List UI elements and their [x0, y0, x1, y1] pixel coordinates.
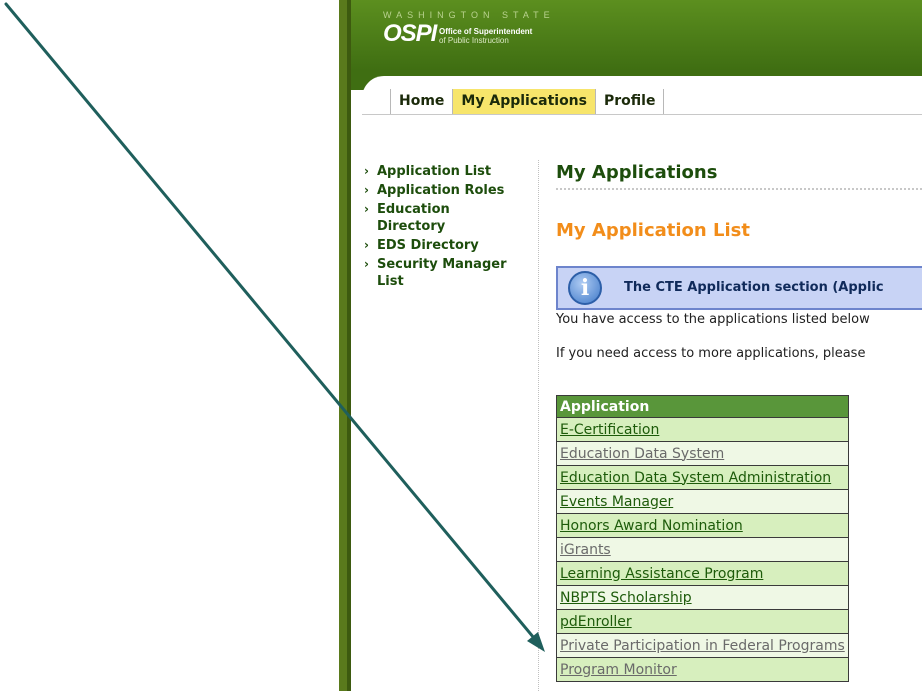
table-cell: Education Data System Administration: [556, 465, 849, 490]
app-link-events-manager[interactable]: Events Manager: [560, 494, 673, 510]
app-link-program-monitor[interactable]: Program Monitor: [560, 662, 677, 678]
table-cell: pdEnroller: [556, 609, 849, 634]
table-cell: E-Certification: [556, 417, 849, 442]
request-access-text: If you need access to more applications,…: [556, 346, 866, 361]
title-divider: [556, 188, 922, 190]
app-link-nbpts-scholarship[interactable]: NBPTS Scholarship: [560, 590, 692, 606]
ospi-logo[interactable]: OSPI: [383, 20, 437, 48]
frame-border: [339, 0, 347, 691]
table-row: Private Participation in Federal Program…: [556, 633, 849, 658]
sidebar-item-label: Application Roles: [377, 183, 505, 198]
table-cell: Program Monitor: [556, 657, 849, 682]
sidebar-item-label: Education Directory: [377, 202, 450, 234]
app-link-education-data-system[interactable]: Education Data System: [560, 446, 724, 462]
table-cell: NBPTS Scholarship: [556, 585, 849, 610]
sidebar-item-application-list[interactable]: › Application List: [364, 163, 522, 180]
table-header-row: Application: [556, 395, 849, 418]
table-cell: Private Participation in Federal Program…: [556, 633, 849, 658]
table-cell: Honors Award Nomination: [556, 513, 849, 538]
table-row: Program Monitor: [556, 657, 849, 682]
table-row: E-Certification: [556, 417, 849, 442]
sidebar-item-security-manager-list[interactable]: › Security Manager List: [364, 256, 527, 290]
logo-subtitle-1: Office of Superintendent: [439, 27, 533, 36]
tab-home[interactable]: Home: [390, 89, 454, 114]
frame-border-inner: [347, 0, 351, 691]
table-cell: Learning Assistance Program: [556, 561, 849, 586]
info-icon: i: [568, 271, 602, 305]
section-title: My Application List: [556, 220, 750, 241]
site-header: WASHINGTON STATE OSPI Office of Superint…: [351, 0, 922, 70]
chevron-right-icon: ›: [364, 183, 369, 197]
main-content: My Applications My Application List i Th…: [556, 160, 922, 682]
app-link-learning-assistance-program[interactable]: Learning Assistance Program: [560, 566, 763, 582]
app-link-pdenroller[interactable]: pdEnroller: [560, 614, 632, 630]
table-cell: Events Manager: [556, 489, 849, 514]
sidebar-item-label: Security Manager List: [377, 257, 507, 289]
chevron-right-icon: ›: [364, 238, 369, 252]
table-row: NBPTS Scholarship: [556, 585, 849, 610]
state-text: WASHINGTON STATE: [383, 10, 555, 20]
table-row: Events Manager: [556, 489, 849, 514]
app-link-private-participation[interactable]: Private Participation in Federal Program…: [560, 638, 845, 654]
tab-divider: [362, 114, 922, 115]
sidebar-item-eds-directory[interactable]: › EDS Directory: [364, 237, 522, 254]
main-tabs: Home My Applications Profile: [390, 89, 665, 114]
sidebar-item-label: EDS Directory: [377, 238, 479, 253]
column-header-application: Application: [556, 395, 849, 418]
tab-profile[interactable]: Profile: [595, 89, 665, 114]
chevron-right-icon: ›: [364, 257, 369, 271]
tab-my-applications[interactable]: My Applications: [453, 89, 596, 114]
page-title: My Applications: [556, 162, 718, 183]
chevron-right-icon: ›: [364, 202, 369, 216]
annotation-arrowhead: [527, 632, 545, 652]
table-cell: iGrants: [556, 537, 849, 562]
app-link-igrants[interactable]: iGrants: [560, 542, 611, 558]
app-link-e-certification[interactable]: E-Certification: [560, 422, 659, 438]
table-cell: Education Data System: [556, 441, 849, 466]
access-description: You have access to the applications list…: [556, 312, 870, 327]
app-link-honors-award-nomination[interactable]: Honors Award Nomination: [560, 518, 743, 534]
table-row: iGrants: [556, 537, 849, 562]
sidebar-item-label: Application List: [377, 164, 492, 179]
sidebar-divider: [538, 160, 539, 691]
chevron-right-icon: ›: [364, 164, 369, 178]
logo-subtitle-2: of Public Instruction: [439, 36, 509, 45]
info-banner: i The CTE Application section (Applic: [556, 266, 922, 310]
applications-table: Application E-Certification Education Da…: [556, 395, 849, 682]
table-row: Education Data System Administration: [556, 465, 849, 490]
table-row: Education Data System: [556, 441, 849, 466]
sidebar-item-application-roles[interactable]: › Application Roles: [364, 182, 522, 199]
sidebar-nav: › Application List › Application Roles ›…: [364, 163, 524, 292]
info-banner-text: The CTE Application section (Applic: [624, 280, 884, 295]
table-row: pdEnroller: [556, 609, 849, 634]
sidebar-item-education-directory[interactable]: › Education Directory: [364, 201, 487, 235]
table-row: Honors Award Nomination: [556, 513, 849, 538]
table-row: Learning Assistance Program: [556, 561, 849, 586]
app-link-eds-administration[interactable]: Education Data System Administration: [560, 470, 831, 486]
